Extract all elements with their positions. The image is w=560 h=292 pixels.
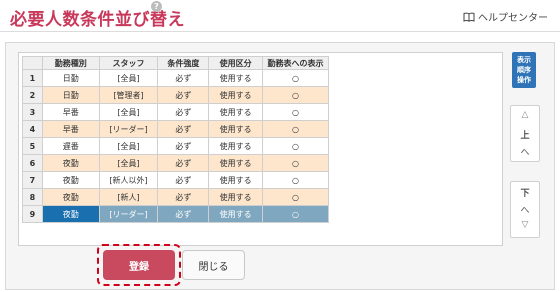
display-order-line: 操作 xyxy=(517,76,531,84)
move-up-button[interactable]: △ 上 へ xyxy=(510,105,540,162)
cell-display: ○ xyxy=(262,120,329,138)
cell-staff: [リーダー] xyxy=(98,205,159,223)
table-row[interactable]: 1 日勤 [全員] 必ず 使用する ○ xyxy=(22,69,329,87)
cell-staff: [管理者] xyxy=(98,86,159,104)
cell-shift-type: 遅番 xyxy=(41,137,100,155)
table-row[interactable]: 8 夜勤 [新人] 必ず 使用する ○ xyxy=(22,188,329,206)
display-order-button[interactable]: 表示 順序 操作 xyxy=(512,52,536,88)
table-header-row: 勤務種別 スタッフ 条件強度 使用区分 勤務表への表示 xyxy=(22,56,329,70)
header-number xyxy=(22,56,43,70)
cell-usage: 使用する xyxy=(208,120,264,138)
cell-shift-type: 夜勤 xyxy=(41,188,100,206)
move-down-button[interactable]: 下 へ ▽ xyxy=(510,181,540,238)
cell-staff: [全員] xyxy=(98,69,159,87)
cell-staff: [全員] xyxy=(98,154,159,172)
close-button[interactable]: 閉じる xyxy=(182,250,245,280)
table-row[interactable]: 2 日勤 [管理者] 必ず 使用する ○ xyxy=(22,86,329,104)
row-number: 2 xyxy=(22,86,43,104)
cell-usage: 使用する xyxy=(208,205,264,223)
move-up-arrow-label: へ xyxy=(520,148,530,158)
cell-usage: 使用する xyxy=(208,86,264,104)
cell-display: ○ xyxy=(262,171,329,189)
table-row[interactable]: 7 夜勤 [新人以外] 必ず 使用する ○ xyxy=(22,171,329,189)
cell-display: ○ xyxy=(262,86,329,104)
cell-strength: 必ず xyxy=(157,205,210,223)
cell-shift-type: 早番 xyxy=(41,120,100,138)
content-panel: 勤務種別 スタッフ 条件強度 使用区分 勤務表への表示 1 日勤 [全員] 必ず 使用す… xyxy=(5,42,555,290)
condition-table: 勤務種別 スタッフ 条件強度 使用区分 勤務表への表示 1 日勤 [全員] 必ず 使用す… xyxy=(22,56,329,223)
cell-strength: 必ず xyxy=(157,188,210,206)
cell-staff: [新人] xyxy=(98,188,159,206)
cell-usage: 使用する xyxy=(208,69,264,87)
register-highlight: 登録 xyxy=(97,244,181,286)
header-display: 勤務表への表示 xyxy=(262,56,329,70)
cell-staff: [全員] xyxy=(98,137,159,155)
cell-strength: 必ず xyxy=(157,171,210,189)
header-staff: スタッフ xyxy=(98,56,159,70)
cell-usage: 使用する xyxy=(208,188,264,206)
order-controls: 表示 順序 操作 △ 上 へ 下 へ ▽ xyxy=(510,52,540,238)
table-row[interactable]: 9 夜勤 [リーダー] 必ず 使用する ○ xyxy=(22,205,329,223)
cell-strength: 必ず xyxy=(157,69,210,87)
cell-shift-type: 早番 xyxy=(41,103,100,121)
move-down-arrow-label: へ xyxy=(520,206,530,216)
header-shift-type: 勤務種別 xyxy=(41,56,100,70)
cell-strength: 必ず xyxy=(157,137,210,155)
cell-staff: [新人以外] xyxy=(98,171,159,189)
table-row[interactable]: 4 早番 [リーダー] 必ず 使用する ○ xyxy=(22,120,329,138)
help-question-icon[interactable]: ? xyxy=(151,1,162,12)
cell-staff: [全員] xyxy=(98,103,159,121)
help-center-label: ヘルプセンター xyxy=(478,13,548,24)
register-button[interactable]: 登録 xyxy=(103,250,175,280)
cell-staff: [リーダー] xyxy=(98,120,159,138)
cell-display: ○ xyxy=(262,188,329,206)
move-up-label: 上 xyxy=(520,131,530,141)
header-usage: 使用区分 xyxy=(208,56,264,70)
title-bar: 必要人数条件並び替え ? ヘルプセンター xyxy=(0,0,560,32)
header-strength: 条件強度 xyxy=(157,56,210,70)
cell-usage: 使用する xyxy=(208,137,264,155)
row-number: 9 xyxy=(22,205,43,223)
cell-display: ○ xyxy=(262,205,329,223)
cell-usage: 使用する xyxy=(208,171,264,189)
cell-display: ○ xyxy=(262,103,329,121)
cell-display: ○ xyxy=(262,137,329,155)
cell-shift-type: 夜勤 xyxy=(41,154,100,172)
cell-shift-type: 日勤 xyxy=(41,86,100,104)
row-number: 5 xyxy=(22,137,43,155)
up-triangle-icon: △ xyxy=(521,110,529,120)
table-row[interactable]: 5 遅番 [全員] 必ず 使用する ○ xyxy=(22,137,329,155)
cell-strength: 必ず xyxy=(157,103,210,121)
table-container[interactable]: 勤務種別 スタッフ 条件強度 使用区分 勤務表への表示 1 日勤 [全員] 必ず 使用す… xyxy=(18,52,503,246)
display-order-line: 表示 xyxy=(517,56,531,64)
move-down-label: 下 xyxy=(520,189,530,199)
row-number: 8 xyxy=(22,188,43,206)
cell-shift-type: 夜勤 xyxy=(41,205,100,223)
row-number: 3 xyxy=(22,103,43,121)
row-number: 4 xyxy=(22,120,43,138)
book-icon xyxy=(463,12,475,22)
down-triangle-icon: ▽ xyxy=(521,220,529,230)
row-number: 7 xyxy=(22,171,43,189)
help-center-link[interactable]: ヘルプセンター xyxy=(463,9,548,24)
cell-strength: 必ず xyxy=(157,86,210,104)
cell-strength: 必ず xyxy=(157,154,210,172)
cell-usage: 使用する xyxy=(208,154,264,172)
cell-strength: 必ず xyxy=(157,120,210,138)
display-order-line: 順序 xyxy=(517,66,531,74)
row-number: 6 xyxy=(22,154,43,172)
row-number: 1 xyxy=(22,69,43,87)
cell-display: ○ xyxy=(262,69,329,87)
cell-shift-type: 日勤 xyxy=(41,69,100,87)
table-row[interactable]: 3 早番 [全員] 必ず 使用する ○ xyxy=(22,103,329,121)
table-row[interactable]: 6 夜勤 [全員] 必ず 使用する ○ xyxy=(22,154,329,172)
cell-display: ○ xyxy=(262,154,329,172)
cell-shift-type: 夜勤 xyxy=(41,171,100,189)
cell-usage: 使用する xyxy=(208,103,264,121)
